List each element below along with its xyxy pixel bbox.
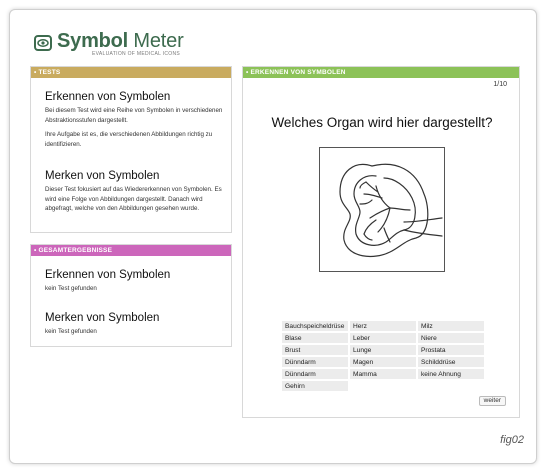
test-memorize-link[interactable]: Merken von Symbolen (45, 170, 159, 182)
test-memorize-description: Dieser Test fokusiert auf das Wiedererke… (45, 186, 222, 212)
answer-option[interactable]: Magen (349, 356, 417, 368)
result-memorize-status: kein Test gefunden (45, 328, 97, 335)
kidney-icon (339, 163, 443, 258)
results-header: • GESAMTERGEBNISSE (31, 245, 231, 256)
eye-icon (34, 35, 52, 51)
answer-option[interactable]: keine Ahnung (417, 368, 485, 380)
next-button[interactable]: weiter (478, 396, 506, 406)
test-recognize-description: Bei diesem Test wird eine Reihe von Symb… (45, 107, 223, 124)
answer-grid: Bauchspeicheldrüse Herz Milz Blase Leber… (281, 320, 485, 397)
answer-option[interactable]: Leber (349, 332, 417, 344)
answer-option[interactable]: Bauchspeicheldrüse (281, 320, 349, 332)
answer-option[interactable]: Schilddrüse (417, 356, 485, 368)
results-panel: • GESAMTERGEBNISSE Erkennen von Symbolen… (30, 244, 232, 347)
question-counter: 1/10 (493, 81, 507, 88)
answer-option[interactable]: Dünndarm (281, 356, 349, 368)
test-recognize-task: Ihre Aufgabe ist es, die verschiedenen A… (45, 131, 213, 148)
answer-option[interactable]: Lunge (349, 344, 417, 356)
symbol-image (319, 147, 445, 272)
app-title: Symbol Meter (57, 30, 184, 52)
figure-label: fig02 (500, 434, 524, 446)
tests-panel: • TESTS Erkennen von Symbolen Bei diesem… (30, 66, 232, 233)
answer-option[interactable]: Herz (349, 320, 417, 332)
test-recognize-link[interactable]: Erkennen von Symbolen (45, 91, 170, 103)
quiz-panel: • ERKENNEN VON SYMBOLEN 1/10 Welches Org… (242, 66, 520, 418)
answer-option[interactable]: Niere (417, 332, 485, 344)
app-logo: Symbol Meter EVALUATION OF MEDICAL ICONS (34, 30, 184, 57)
answer-option[interactable]: Milz (417, 320, 485, 332)
answer-option[interactable]: Gehirn (281, 380, 349, 392)
result-memorize-title: Merken von Symbolen (45, 312, 160, 324)
result-recognize-status: kein Test gefunden (45, 285, 97, 292)
quiz-header: • ERKENNEN VON SYMBOLEN (243, 67, 519, 78)
answer-option[interactable]: Blase (281, 332, 349, 344)
result-recognize-title: Erkennen von Symbolen (45, 269, 171, 281)
answer-option[interactable]: Dünndarm (281, 368, 349, 380)
tests-header: • TESTS (31, 67, 231, 78)
answer-option[interactable]: Mamma (349, 368, 417, 380)
answer-option[interactable]: Prostata (417, 344, 485, 356)
question-text: Welches Organ wird hier dargestellt? (271, 115, 493, 130)
answer-option[interactable]: Brust (281, 344, 349, 356)
app-subtitle: EVALUATION OF MEDICAL ICONS (92, 51, 181, 57)
